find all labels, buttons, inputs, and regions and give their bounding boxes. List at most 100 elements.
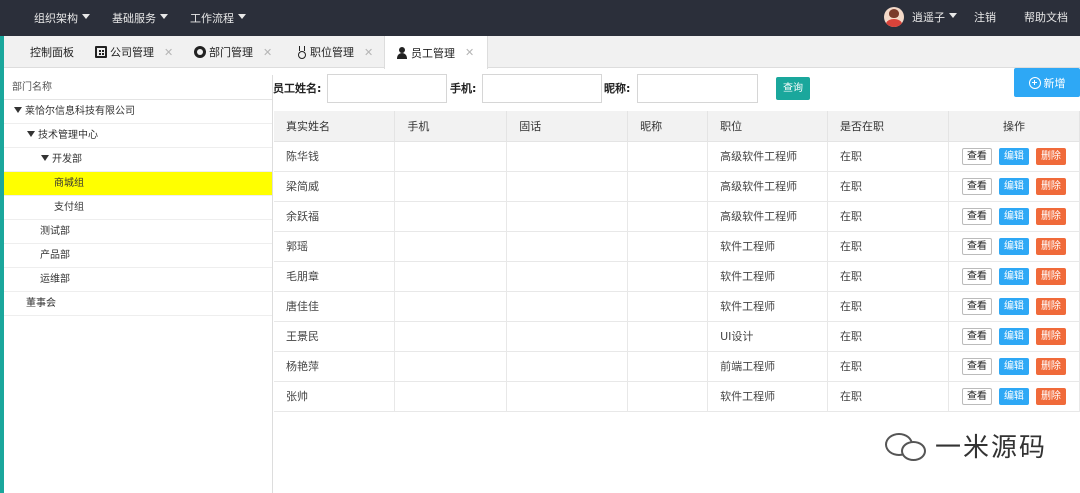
help-docs-link[interactable]: 帮助文档 <box>1024 0 1068 36</box>
tree-node-mall-group[interactable]: 商城组 <box>4 172 272 196</box>
expand-triangle-icon[interactable] <box>27 131 35 137</box>
position-cell: 前端工程师 <box>707 351 829 382</box>
close-icon[interactable]: ✕ <box>465 46 474 59</box>
view-button[interactable]: 查看 <box>961 297 992 315</box>
tab-department-management[interactable]: 部门管理 ✕ <box>194 36 272 68</box>
column-header-employed[interactable]: 是否在职 <box>827 111 949 142</box>
nickname-cell <box>627 261 709 292</box>
table-row[interactable]: 余跃福 高级软件工程师 在职 查看 编辑 删除 <box>274 201 1080 232</box>
close-icon[interactable]: ✕ <box>263 46 272 59</box>
employed-status-cell: 在职 <box>827 171 949 202</box>
column-header-nickname[interactable]: 昵称 <box>627 111 709 142</box>
actions-cell: 查看 编辑 删除 <box>948 321 1080 352</box>
edit-button[interactable]: 编辑 <box>998 267 1029 285</box>
employee-table: 真实姓名 手机 固话 昵称 职位 是否在职 操作 陈华钱 高级软件工程师 在职 查看编… <box>274 111 1080 412</box>
edit-button[interactable]: 编辑 <box>998 387 1029 405</box>
close-icon[interactable]: ✕ <box>364 46 373 59</box>
mobile-cell <box>394 291 508 322</box>
view-button[interactable]: 查看 <box>961 177 992 195</box>
nickname-cell <box>627 381 709 412</box>
position-cell: 软件工程师 <box>707 231 829 262</box>
table-row[interactable]: 王景民 UI设计 在职 查看 编辑 删除 <box>274 321 1080 352</box>
delete-button[interactable]: 删除 <box>1035 387 1066 405</box>
column-header-position[interactable]: 职位 <box>707 111 829 142</box>
table-row[interactable]: 毛朋章 软件工程师 在职 查看 编辑 删除 <box>274 261 1080 292</box>
tree-node-board[interactable]: 董事会 <box>4 292 272 316</box>
table-row[interactable]: 张帅 软件工程师 在职 查看 编辑 删除 <box>274 381 1080 412</box>
nickname-input[interactable] <box>637 74 758 103</box>
phone-cell <box>506 381 629 412</box>
tree-node-product-dept[interactable]: 产品部 <box>4 244 272 268</box>
view-button[interactable]: 查看 <box>961 147 992 165</box>
edit-button[interactable]: 编辑 <box>998 207 1029 225</box>
tree-node-tech-center[interactable]: 技术管理中心 <box>4 124 272 148</box>
table-row[interactable]: 郭瑶 软件工程师 在职 查看 编辑 删除 <box>274 231 1080 262</box>
top-navbar: 组织架构 基础服务 工作流程 逍遥子 注销 帮助文档 <box>0 0 1080 36</box>
tree-node-dev-dept[interactable]: 开发部 <box>4 148 272 172</box>
column-header-name[interactable]: 真实姓名 <box>274 111 396 142</box>
tab-employee-management[interactable]: 员工管理 ✕ <box>384 36 489 69</box>
delete-button[interactable]: 删除 <box>1035 267 1066 285</box>
edit-button[interactable]: 编辑 <box>998 147 1029 165</box>
tree-node-ops-dept[interactable]: 运维部 <box>4 268 272 292</box>
table-row[interactable]: 陈华钱 高级软件工程师 在职 查看 编辑 删除 <box>274 141 1080 172</box>
edit-button[interactable]: 编辑 <box>998 177 1029 195</box>
edit-button[interactable]: 编辑 <box>998 237 1029 255</box>
delete-button[interactable]: 删除 <box>1035 207 1066 225</box>
close-icon[interactable]: ✕ <box>164 46 173 59</box>
menu-org-structure[interactable]: 组织架构 <box>34 0 90 36</box>
mobile-cell <box>394 351 508 382</box>
tree-node-test-dept[interactable]: 测试部 <box>4 220 272 244</box>
view-button[interactable]: 查看 <box>961 237 992 255</box>
table-row[interactable]: 梁简威 高级软件工程师 在职 查看 编辑 删除 <box>274 171 1080 202</box>
employee-name-input[interactable] <box>327 74 447 103</box>
expand-triangle-icon[interactable] <box>14 107 22 113</box>
tab-company-management[interactable]: 公司管理 ✕ <box>95 36 173 68</box>
view-button[interactable]: 查看 <box>961 267 992 285</box>
expand-triangle-icon[interactable] <box>41 155 49 161</box>
tree-node-payment-group[interactable]: 支付组 <box>4 196 272 220</box>
delete-button[interactable]: 删除 <box>1035 357 1066 375</box>
view-button[interactable]: 查看 <box>961 207 992 225</box>
tree-node-company[interactable]: 莱恰尔信息科技有限公司 <box>4 100 272 124</box>
query-button[interactable]: 查询 <box>776 77 810 100</box>
tab-dashboard[interactable]: 控制面板 <box>30 36 74 68</box>
delete-button[interactable]: 删除 <box>1035 327 1066 345</box>
add-employee-button[interactable]: 新增 <box>1014 68 1080 97</box>
column-header-mobile[interactable]: 手机 <box>394 111 508 142</box>
view-button[interactable]: 查看 <box>961 327 992 345</box>
logout-link[interactable]: 注销 <box>974 0 996 36</box>
edit-button[interactable]: 编辑 <box>998 297 1029 315</box>
tab-label: 职位管理 <box>310 46 354 59</box>
view-button[interactable]: 查看 <box>961 387 992 405</box>
mobile-cell <box>394 171 508 202</box>
column-header-phone[interactable]: 固话 <box>506 111 629 142</box>
menu-workflow[interactable]: 工作流程 <box>190 0 246 36</box>
position-cell: 高级软件工程师 <box>707 171 829 202</box>
mobile-cell <box>394 261 508 292</box>
delete-button[interactable]: 删除 <box>1035 177 1066 195</box>
position-cell: 高级软件工程师 <box>707 141 829 172</box>
tree-node-label: 商城组 <box>54 178 84 189</box>
mobile-input[interactable] <box>482 74 602 103</box>
phone-cell <box>506 261 629 292</box>
table-row[interactable]: 杨艳萍 前端工程师 在职 查看 编辑 删除 <box>274 351 1080 382</box>
mobile-cell <box>394 321 508 352</box>
username: 逍遥子 <box>912 11 945 24</box>
employed-status-cell: 在职 <box>827 231 949 262</box>
delete-button[interactable]: 删除 <box>1035 297 1066 315</box>
tab-position-management[interactable]: 职位管理 ✕ <box>295 36 373 68</box>
edit-button[interactable]: 编辑 <box>998 357 1029 375</box>
phone-cell <box>506 291 629 322</box>
employed-status-cell: 在职 <box>827 321 949 352</box>
tree-node-label: 技术管理中心 <box>38 130 98 141</box>
view-button[interactable]: 查看 <box>961 357 992 375</box>
mobile-cell <box>394 141 508 172</box>
edit-button[interactable]: 编辑 <box>998 327 1029 345</box>
delete-button[interactable]: 删除 <box>1035 237 1066 255</box>
delete-button[interactable]: 删除 <box>1035 147 1066 165</box>
table-row[interactable]: 唐佳佳 软件工程师 在职 查看 编辑 删除 <box>274 291 1080 322</box>
phone-cell <box>506 231 629 262</box>
menu-basic-services[interactable]: 基础服务 <box>112 0 168 36</box>
user-menu[interactable]: 逍遥子 <box>884 6 957 28</box>
